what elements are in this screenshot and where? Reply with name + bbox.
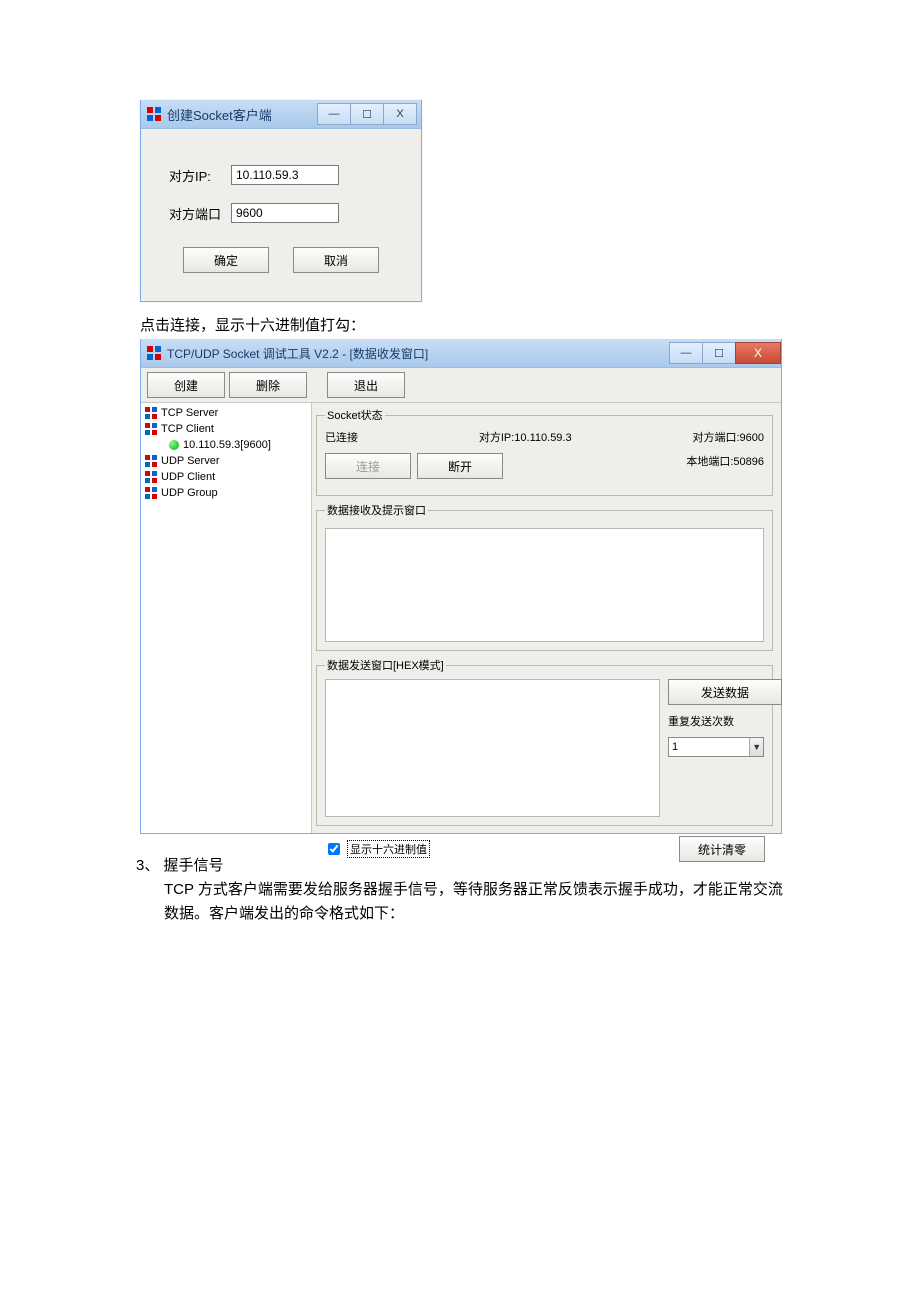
minimize-button[interactable]: — [317,103,351,125]
node-icon [145,487,157,499]
clear-stats-button[interactable]: 统计清零 [679,836,765,862]
maximize-button[interactable]: ☐ [350,103,384,125]
peer-ip-label: 对方IP: [169,166,231,185]
cancel-button[interactable]: 取消 [293,247,379,273]
tree-connection-node[interactable]: 10.110.59.3[9600] [145,437,307,453]
app-icon [147,107,161,121]
exit-button[interactable]: 退出 [327,372,405,398]
peer-port-input[interactable] [231,203,339,223]
create-button[interactable]: 创建 [147,372,225,398]
tree-udp-client[interactable]: UDP Client [145,469,307,485]
app-icon [147,346,161,360]
node-icon [145,423,157,435]
tree-tcp-client[interactable]: TCP Client [145,421,307,437]
caption-text: 点击连接，显示十六进制值打勾： [140,314,790,335]
dlg1-title: 创建Socket客户端 [167,105,272,124]
delete-button[interactable]: 删除 [229,372,307,398]
peer-port-label: 对方端口 [169,204,231,223]
hex-checkbox-input[interactable] [328,843,340,855]
hex-checkbox-label: 显示十六进制值 [347,840,430,858]
status-legend: Socket状态 [325,407,385,423]
dlg2-title: TCP/UDP Socket 调试工具 V2.2 - [数据收发窗口] [167,345,428,362]
rx-group: 数据接收及提示窗口 [316,502,773,651]
socket-tree[interactable]: TCP Server TCP Client 10.110.59.3[9600] … [141,403,312,833]
tx-group: 数据发送窗口[HEX模式] 发送数据 重复发送次数 ▼ [316,657,773,826]
status-state: 已连接 [325,429,358,445]
repeat-combo[interactable]: ▼ [668,737,764,757]
socket-status-group: Socket状态 已连接 对方IP:10.110.59.3 对方端口:9600 … [316,407,773,496]
rx-textarea[interactable] [325,528,764,642]
status-local-port: 本地端口:50896 [686,453,764,479]
close-button[interactable]: X [383,103,417,125]
status-peer-ip: 对方IP:10.110.59.3 [479,429,572,445]
repeat-input[interactable] [669,741,749,753]
tree-tcp-server[interactable]: TCP Server [145,405,307,421]
send-button[interactable]: 发送数据 [668,679,782,705]
ok-button[interactable]: 确定 [183,247,269,273]
tree-udp-group[interactable]: UDP Group [145,485,307,501]
maximize-button[interactable]: ☐ [702,342,736,364]
rx-legend: 数据接收及提示窗口 [325,502,428,518]
connected-icon [169,440,179,450]
status-peer-port: 对方端口:9600 [692,429,764,445]
tx-legend: 数据发送窗口[HEX模式] [325,657,446,673]
disconnect-button[interactable]: 断开 [417,453,503,479]
minimize-button[interactable]: — [669,342,703,364]
tree-udp-server[interactable]: UDP Server [145,453,307,469]
repeat-label: 重复发送次数 [668,713,764,729]
create-socket-dialog: 创建Socket客户端 — ☐ X 对方IP: 对方端口 确定 取消 [140,100,422,302]
close-button[interactable]: X [735,342,781,364]
peer-ip-input[interactable] [231,165,339,185]
dlg2-titlebar[interactable]: TCP/UDP Socket 调试工具 V2.2 - [数据收发窗口] — ☐ … [141,339,781,368]
node-icon [145,471,157,483]
socket-debug-window: TCP/UDP Socket 调试工具 V2.2 - [数据收发窗口] — ☐ … [140,339,782,834]
node-icon [145,407,157,419]
tx-textarea[interactable] [325,679,660,817]
section-title: 握手信号 [164,857,224,874]
toolbar: 创建 删除 退出 [141,368,781,403]
chevron-down-icon[interactable]: ▼ [749,738,763,756]
section-number: 3、 [136,857,159,874]
hex-checkbox[interactable]: 显示十六进制值 [324,840,430,858]
section-body: TCP 方式客户端需要发给服务器握手信号，等待服务器正常反馈表示握手成功，才能正… [136,878,790,926]
dlg1-titlebar[interactable]: 创建Socket客户端 — ☐ X [141,100,421,129]
connect-button[interactable]: 连接 [325,453,411,479]
node-icon [145,455,157,467]
